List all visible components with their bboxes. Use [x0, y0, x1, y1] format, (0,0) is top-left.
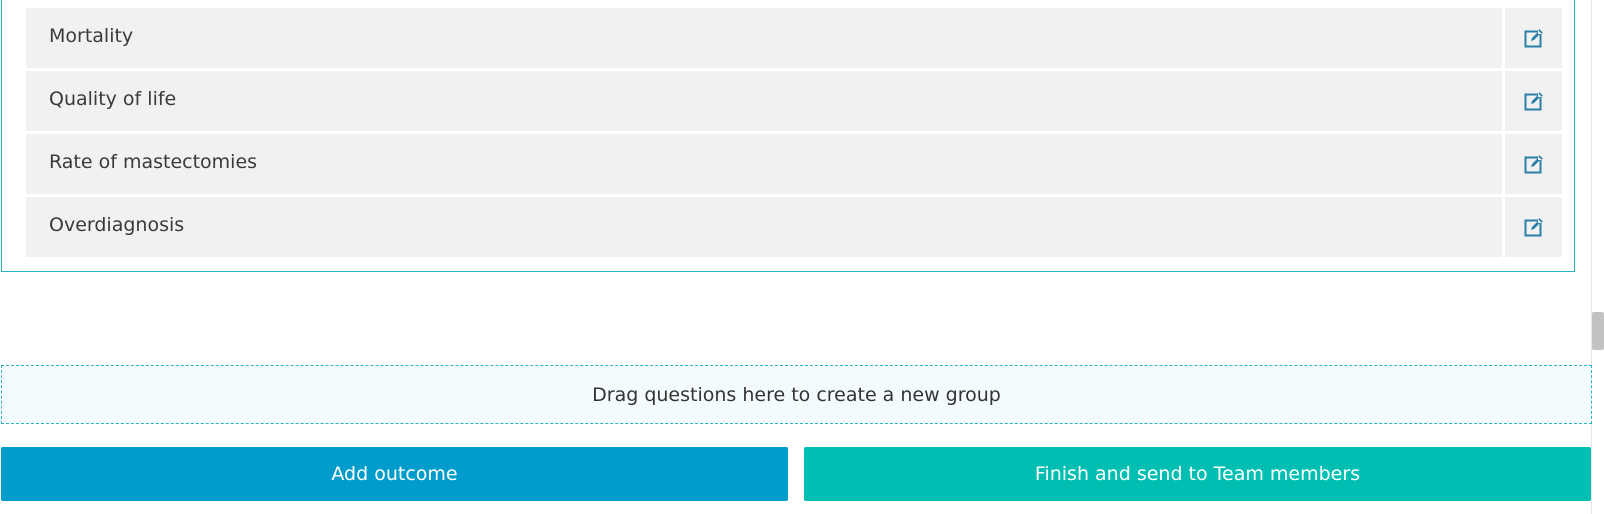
finish-send-label: Finish and send to Team members: [1034, 463, 1361, 485]
add-outcome-button[interactable]: Add outcome: [1, 447, 788, 501]
edit-icon: [1524, 217, 1544, 237]
outcome-label: Mortality: [49, 25, 134, 47]
outcome-name-cell[interactable]: Rate of mastectomies: [26, 134, 1502, 194]
outcome-group: Mortality Quality of life Rate of mastec…: [1, 0, 1575, 272]
edit-outcome-button[interactable]: [1505, 197, 1562, 257]
edit-outcome-button[interactable]: [1505, 134, 1562, 194]
scrollbar-track[interactable]: [1592, 0, 1604, 514]
edit-icon: [1524, 91, 1544, 111]
add-outcome-label: Add outcome: [331, 463, 458, 485]
outcome-row[interactable]: Rate of mastectomies: [26, 134, 1562, 194]
dropzone-text: Drag questions here to create a new grou…: [592, 383, 1001, 406]
scrollbar-thumb[interactable]: [1592, 312, 1604, 350]
finish-send-button[interactable]: Finish and send to Team members: [804, 447, 1591, 501]
outcome-label: Quality of life: [49, 88, 177, 110]
edit-outcome-button[interactable]: [1505, 8, 1562, 68]
edit-icon: [1524, 28, 1544, 48]
outcome-label: Rate of mastectomies: [49, 151, 258, 173]
edit-outcome-button[interactable]: [1505, 71, 1562, 131]
outcome-row[interactable]: Quality of life: [26, 71, 1562, 131]
outcome-list: Mortality Quality of life Rate of mastec…: [26, 8, 1562, 260]
outcome-row[interactable]: Overdiagnosis: [26, 197, 1562, 257]
outcome-name-cell[interactable]: Mortality: [26, 8, 1502, 68]
outcomes-page: Mortality Quality of life Rate of mastec…: [0, 0, 1604, 514]
outcome-row[interactable]: Mortality: [26, 8, 1562, 68]
outcome-name-cell[interactable]: Overdiagnosis: [26, 197, 1502, 257]
edit-icon: [1524, 154, 1544, 174]
new-group-dropzone[interactable]: Drag questions here to create a new grou…: [1, 365, 1592, 424]
outcome-name-cell[interactable]: Quality of life: [26, 71, 1502, 131]
outcome-label: Overdiagnosis: [49, 214, 185, 236]
